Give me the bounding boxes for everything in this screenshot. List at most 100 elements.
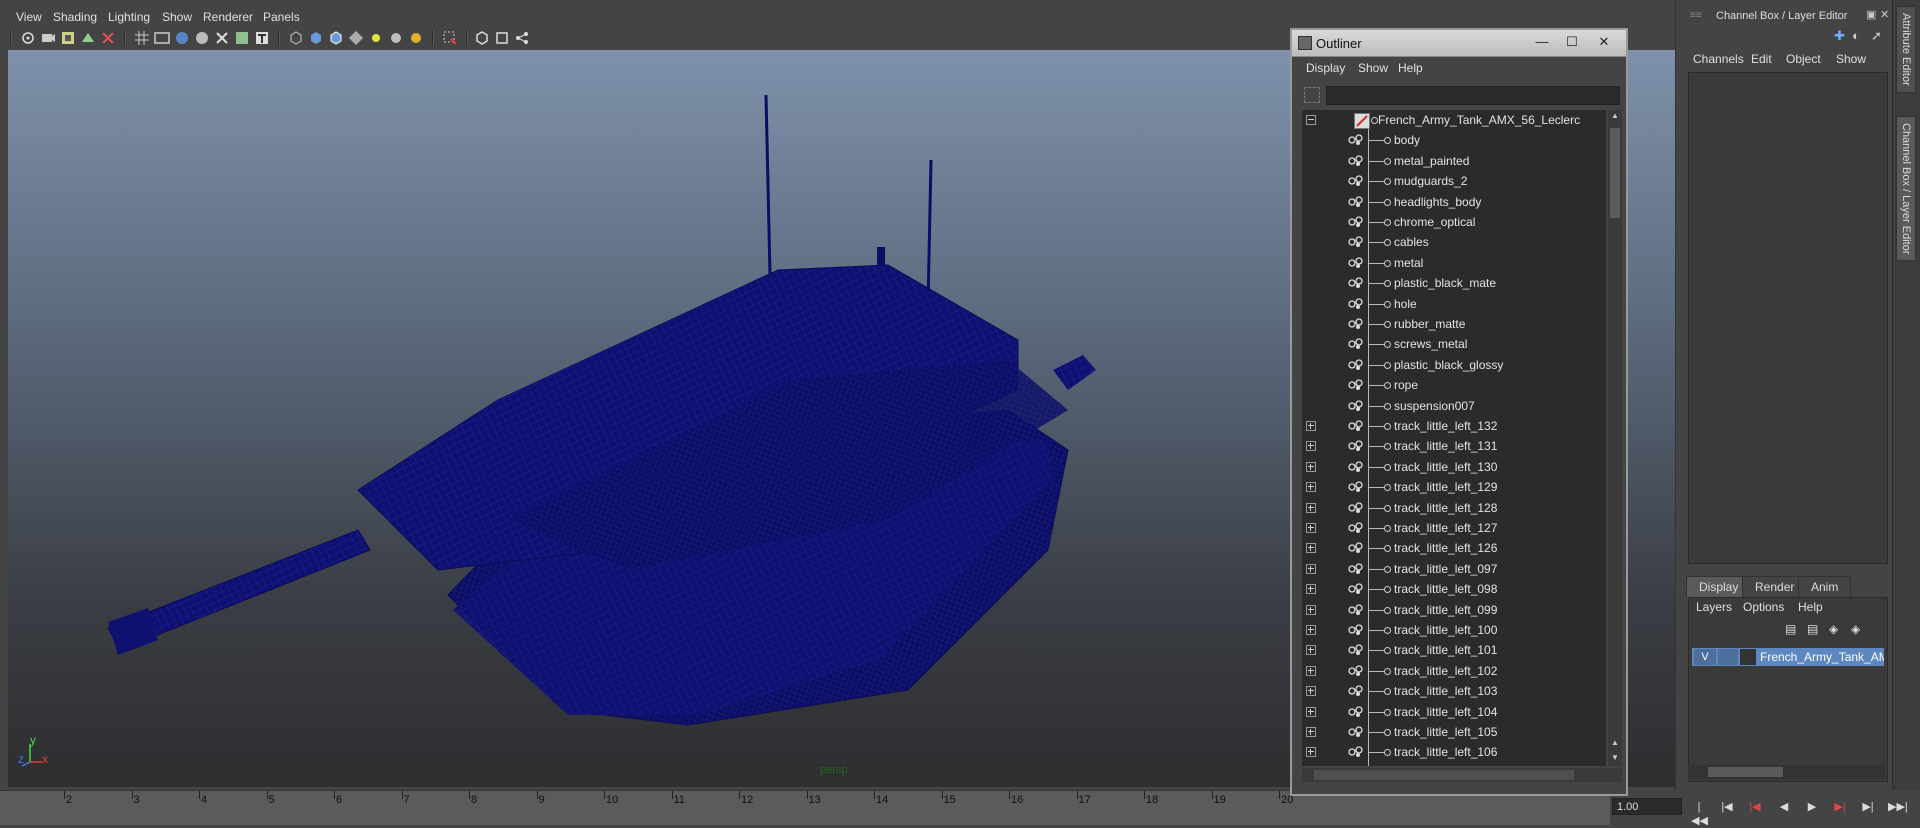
play-backward-icon[interactable]: ◀ [1776, 800, 1792, 814]
safe-title-icon[interactable] [254, 30, 270, 46]
shadows-icon[interactable] [388, 30, 404, 46]
go-to-start-icon[interactable]: |◀◀ [1691, 800, 1708, 827]
wireframe-icon[interactable] [288, 30, 304, 46]
grid-icon[interactable] [134, 30, 150, 46]
xray-joints-icon[interactable] [494, 30, 510, 46]
expand-icon[interactable] [1306, 686, 1316, 696]
field-chart-icon[interactable] [214, 30, 230, 46]
channel-box-area[interactable] [1688, 72, 1888, 564]
channel-box-icon[interactable]: ✚ [1834, 28, 1845, 44]
outliner-item-label[interactable]: track_little_left_097 [1394, 562, 1497, 576]
outliner-item-label[interactable]: track_little_left_131 [1394, 439, 1497, 453]
outliner-item-row[interactable]: hole [1302, 294, 1602, 314]
expand-icon[interactable] [1306, 441, 1316, 451]
xray-icon[interactable] [474, 30, 490, 46]
expand-icon[interactable] [1306, 584, 1316, 594]
outliner-item-row[interactable]: headlights_body [1302, 192, 1602, 212]
outliner-item-row[interactable]: plastic_black_mate [1302, 273, 1602, 293]
tab-channel-box-layer-editor[interactable]: Channel Box / Layer Editor [1896, 116, 1916, 262]
outliner-item-label[interactable]: track_little_left_130 [1394, 460, 1497, 474]
layer-visibility-toggle[interactable]: V [1694, 649, 1716, 665]
new-layer-selected-icon[interactable]: ▤ [1807, 622, 1818, 636]
camera-attributes-icon[interactable] [40, 30, 56, 46]
outliner-item-row[interactable]: suspension007 [1302, 396, 1602, 416]
isolate-select-icon[interactable] [442, 30, 458, 46]
menu-options[interactable]: Options [1743, 600, 1784, 614]
outliner-item-label[interactable]: plastic_black_mate [1394, 276, 1496, 290]
layer-horizontal-scrollbar[interactable] [1688, 765, 1886, 779]
menu-layers[interactable]: Layers [1696, 600, 1732, 614]
close-window-icon[interactable]: ✕ [1590, 33, 1618, 51]
new-layer-from-objects-icon[interactable]: ◈ [1829, 622, 1838, 636]
outliner-item-label[interactable]: cables [1394, 235, 1429, 249]
menu-show[interactable]: Show [1836, 52, 1866, 66]
menu-lighting[interactable]: Lighting [108, 10, 150, 24]
outliner-item-row[interactable]: track_little_left_105 [1302, 722, 1602, 742]
wireframe-on-shaded-icon[interactable] [328, 30, 344, 46]
menu-help[interactable]: Help [1398, 61, 1423, 75]
screen-space-ao-icon[interactable] [408, 30, 424, 46]
expand-icon[interactable] [1306, 523, 1316, 533]
outliner-item-label[interactable]: track_little_left_132 [1394, 419, 1497, 433]
close-panel-icon[interactable]: ✕ [1880, 8, 1889, 21]
step-forward-key-icon[interactable]: ▶| [1860, 800, 1876, 814]
panel-grip-icon[interactable]: ≡≡ [1690, 10, 1702, 21]
outliner-item-label[interactable]: track_little_left_099 [1394, 603, 1497, 617]
go-to-end-icon[interactable]: ▶▶| [1888, 800, 1908, 814]
textured-icon[interactable] [348, 30, 364, 46]
expand-icon[interactable] [1306, 727, 1316, 737]
layer-color-swatch[interactable] [1740, 649, 1756, 665]
step-forward-frame-icon[interactable]: ▶| [1832, 800, 1848, 814]
bookmarks-icon[interactable] [60, 30, 76, 46]
menu-display[interactable]: Display [1306, 61, 1345, 75]
smooth-shade-icon[interactable] [308, 30, 324, 46]
outliner-item-row[interactable]: track_little_left_128 [1302, 498, 1602, 518]
outliner-item-row[interactable]: track_little_left_127 [1302, 518, 1602, 538]
outliner-item-row[interactable]: track_little_left_129 [1302, 477, 1602, 497]
menu-shading[interactable]: Shading [53, 10, 97, 24]
two-d-pan-zoom-icon[interactable] [100, 30, 116, 46]
use-all-lights-icon[interactable] [368, 30, 384, 46]
float-panel-icon[interactable]: ▣ [1866, 8, 1876, 21]
expand-icon[interactable] [1306, 645, 1316, 655]
outliner-item-label[interactable]: metal [1394, 256, 1423, 270]
outliner-item-row[interactable]: metal_painted [1302, 151, 1602, 171]
expand-icon[interactable] [1306, 707, 1316, 717]
outliner-item-row[interactable]: track_little_left_126 [1302, 538, 1602, 558]
film-gate-icon[interactable] [154, 30, 170, 46]
outliner-item-label[interactable]: track_little_left_106 [1394, 745, 1497, 759]
outliner-item-label[interactable]: track_little_left_105 [1394, 725, 1497, 739]
collapse-icon[interactable] [1306, 115, 1316, 125]
outliner-vertical-scrollbar[interactable]: ▲ ▲ ▼ [1608, 110, 1622, 766]
menu-panels[interactable]: Panels [263, 10, 300, 24]
outliner-item-label[interactable]: plastic_black_glossy [1394, 358, 1503, 372]
expand-icon[interactable] [1306, 666, 1316, 676]
outliner-item-label[interactable]: headlights_body [1394, 195, 1481, 209]
layer-name[interactable]: French_Army_Tank_AMX [1760, 650, 1884, 664]
outliner-item-row[interactable]: track_little_left_130 [1302, 457, 1602, 477]
resolution-gate-icon[interactable] [174, 30, 190, 46]
outliner-item-row[interactable]: body [1302, 130, 1602, 150]
outliner-item-row[interactable]: plastic_black_glossy [1302, 355, 1602, 375]
new-layer-empty-icon[interactable]: ▤ [1785, 622, 1796, 636]
minimize-window-icon[interactable]: — [1528, 33, 1556, 51]
outliner-item-row[interactable]: track_little_left_101 [1302, 640, 1602, 660]
image-plane-icon[interactable] [80, 30, 96, 46]
xray-active-components-icon[interactable] [514, 30, 530, 46]
outliner-item-label[interactable]: chrome_optical [1394, 215, 1475, 229]
menu-renderer[interactable]: Renderer [203, 10, 253, 24]
outliner-item-label[interactable]: mudguards_2 [1394, 174, 1467, 188]
current-frame-field[interactable]: 1.00 [1612, 798, 1682, 815]
layer-row[interactable]: V French_Army_Tank_AMX [1692, 648, 1884, 666]
safe-action-icon[interactable] [234, 30, 250, 46]
outliner-search-input[interactable] [1326, 86, 1620, 105]
attribute-editor-icon[interactable]: ◐ [1852, 28, 1860, 43]
outliner-item-row[interactable]: track_little_left_106 [1302, 742, 1602, 762]
outliner-root-label[interactable]: French_Army_Tank_AMX_56_Leclerc [1378, 113, 1580, 127]
filter-options-icon[interactable] [1304, 87, 1320, 103]
expand-icon[interactable] [1306, 625, 1316, 635]
outliner-item-label[interactable]: screws_metal [1394, 337, 1467, 351]
outliner-item-row[interactable]: track_little_left_103 [1302, 681, 1602, 701]
outliner-item-row[interactable]: track_little_left_099 [1302, 600, 1602, 620]
outliner-horizontal-scrollbar[interactable] [1302, 768, 1622, 782]
